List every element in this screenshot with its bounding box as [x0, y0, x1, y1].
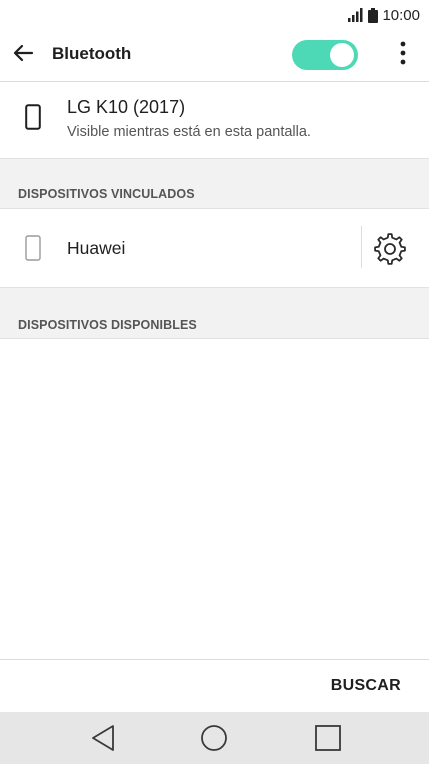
bluetooth-toggle[interactable]: [292, 40, 358, 70]
available-devices-header-label: DISPOSITIVOS DISPONIBLES: [18, 318, 197, 332]
more-options-button[interactable]: [388, 38, 418, 72]
gear-icon: [372, 233, 408, 271]
bottom-action-bar: BUSCAR: [0, 659, 429, 712]
toolbar: Bluetooth: [0, 30, 429, 82]
page-title: Bluetooth: [52, 44, 132, 63]
available-devices-header: DISPOSITIVOS DISPONIBLES: [0, 287, 429, 339]
signal-icon: [348, 8, 364, 22]
paired-devices-header-label: DISPOSITIVOS VINCULADOS: [18, 187, 195, 201]
device-settings-button[interactable]: [372, 231, 408, 267]
device-visibility-status: Visible mientras está en esta pantalla.: [67, 124, 311, 140]
search-button[interactable]: BUSCAR: [331, 677, 401, 695]
paired-devices-header: DISPOSITIVOS VINCULADOS: [0, 158, 429, 209]
arrow-left-icon: [12, 44, 34, 67]
nav-back-button[interactable]: [87, 722, 119, 754]
triangle-back-icon: [87, 725, 119, 758]
this-device: LG K10 (2017) Visible mientras está en e…: [0, 82, 429, 158]
paired-device-row[interactable]: Huawei: [0, 209, 429, 287]
back-button[interactable]: [6, 38, 40, 72]
nav-recents-button[interactable]: [312, 722, 344, 754]
gear-teeth: [374, 233, 406, 265]
toggle-knob: [330, 43, 354, 67]
status-time: 10:00: [382, 6, 420, 24]
circle-home-icon: [198, 725, 230, 758]
nav-home-button[interactable]: [198, 722, 230, 754]
device-name: LG K10 (2017): [67, 97, 186, 117]
navigation-bar: [0, 712, 429, 764]
status-bar: 10:00: [0, 0, 429, 30]
battery-icon: [368, 7, 379, 23]
paired-device-name: Huawei: [67, 238, 126, 258]
phone-icon: [25, 235, 41, 266]
more-vertical-icon: [400, 41, 406, 70]
row-divider: [361, 226, 362, 268]
square-recents-icon: [312, 725, 344, 758]
phone-icon: [25, 104, 41, 135]
